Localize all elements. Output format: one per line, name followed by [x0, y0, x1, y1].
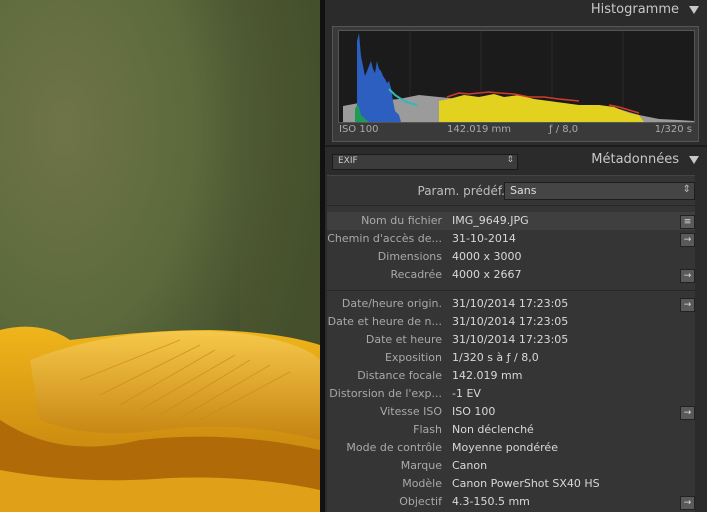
metadata-value: 4000 x 2667: [452, 268, 522, 281]
metadata-value: 31/10/2014 17:23:05: [452, 315, 569, 328]
histogram-header[interactable]: Histogramme: [325, 0, 707, 22]
preset-separator: [327, 205, 695, 206]
metadata-row[interactable]: Flash Non déclenché: [327, 421, 695, 439]
metadata-label: Dimensions: [377, 250, 442, 263]
metadata-label: Distance focale: [357, 369, 442, 382]
photo-preview: [0, 0, 320, 512]
metadata-value: 31/10/2014 17:23:05: [452, 333, 569, 346]
metadata-label: Date/heure origin.: [341, 297, 442, 310]
metadata-row[interactable]: Date et heure 31/10/2014 17:23:05: [327, 331, 695, 349]
iso-readout: ISO 100: [339, 124, 379, 135]
group-separator: [327, 290, 695, 291]
arrow-right-icon[interactable]: →: [680, 269, 695, 283]
arrow-right-icon[interactable]: →: [680, 233, 695, 247]
arrow-right-icon[interactable]: →: [680, 298, 695, 312]
histogram-graph: [338, 30, 695, 123]
metadata-value: ISO 100: [452, 405, 496, 418]
metadata-label: Chemin d'accès de...: [327, 232, 442, 245]
collapse-triangle-icon[interactable]: [689, 6, 699, 14]
collapse-triangle-icon[interactable]: [689, 156, 699, 164]
metadata-row[interactable]: Vitesse ISO ISO 100 →: [327, 403, 695, 421]
select-arrows-icon: ⇕: [682, 184, 691, 195]
metadata-value: Non déclenché: [452, 423, 534, 436]
arrow-right-icon[interactable]: →: [680, 496, 695, 510]
metadata-value: 4.3-150.5 mm: [452, 495, 530, 508]
metadata-row[interactable]: Distance focale 142.019 mm: [327, 367, 695, 385]
focal-length-readout: 142.019 mm: [447, 124, 512, 135]
right-panel: Histogramme ISO 100 142.019 mm ƒ / 8,0 1…: [325, 0, 707, 512]
metadata-row[interactable]: Mode de contrôle Moyenne pondérée: [327, 439, 695, 457]
metadata-value: -1 EV: [452, 387, 481, 400]
preset-select[interactable]: Sans ⇕: [504, 182, 695, 200]
metadata-value: Canon PowerShot SX40 HS: [452, 477, 600, 490]
metadata-label: Objectif: [399, 495, 442, 508]
metadata-row[interactable]: Objectif 4.3-150.5 mm →: [327, 493, 695, 511]
metadata-row[interactable]: Recadrée 4000 x 2667 →: [327, 266, 695, 284]
metadata-row[interactable]: Exposition 1/320 s à ƒ / 8,0: [327, 349, 695, 367]
metadata-value: IMG_9649.JPG: [452, 214, 529, 227]
metadata-value: 31/10/2014 17:23:05: [452, 297, 569, 310]
section-separator: [325, 145, 707, 147]
histogram-readouts: ISO 100 142.019 mm ƒ / 8,0 1/320 s: [333, 124, 698, 138]
shutter-speed-readout: 1/320 s: [654, 124, 692, 135]
histogram-title: Histogramme: [590, 2, 679, 17]
metadata-label: Mode de contrôle: [346, 441, 442, 454]
preset-value: Sans: [510, 184, 537, 197]
metadata-label: Recadrée: [390, 268, 442, 281]
metadata-header[interactable]: Métadonnées: [325, 150, 707, 172]
metadata-label: Distorsion de l'exp...: [329, 387, 442, 400]
metadata-row[interactable]: Modèle Canon PowerShot SX40 HS: [327, 475, 695, 493]
metadata-label: Exposition: [384, 351, 442, 364]
metadata-label: Marque: [400, 459, 442, 472]
arrow-right-icon[interactable]: →: [680, 406, 695, 420]
metadata-title: Métadonnées: [591, 152, 679, 167]
metadata-row[interactable]: Chemin d'accès de... 31-10-2014 →: [327, 230, 695, 248]
metadata-label: Date et heure: [365, 333, 442, 346]
aperture-readout: ƒ / 8,0: [549, 124, 579, 135]
metadata-value: Moyenne pondérée: [452, 441, 558, 454]
list-icon[interactable]: ≡: [680, 215, 695, 229]
metadata-label: Nom du fichier: [361, 214, 442, 227]
metadata-label: Modèle: [402, 477, 442, 490]
metadata-panel: Param. prédéf. Sans ⇕ Nom du fichier IMG_…: [327, 175, 695, 512]
metadata-row[interactable]: Nom du fichier IMG_9649.JPG ≡: [327, 212, 695, 230]
metadata-row[interactable]: Date et heure de n... 31/10/2014 17:23:05: [327, 313, 695, 331]
metadata-value: 4000 x 3000: [452, 250, 522, 263]
metadata-value: 1/320 s à ƒ / 8,0: [452, 351, 539, 364]
metadata-value: 142.019 mm: [452, 369, 523, 382]
metadata-row[interactable]: Marque Canon: [327, 457, 695, 475]
metadata-row[interactable]: Dimensions 4000 x 3000: [327, 248, 695, 266]
preset-label: Param. prédéf.: [417, 184, 506, 198]
histogram-panel: ISO 100 142.019 mm ƒ / 8,0 1/320 s: [332, 26, 699, 142]
metadata-label: Flash: [413, 423, 442, 436]
metadata-row[interactable]: Distorsion de l'exp... -1 EV: [327, 385, 695, 403]
metadata-value: Canon: [452, 459, 488, 472]
metadata-row[interactable]: Date/heure origin. 31/10/2014 17:23:05 →: [327, 295, 695, 313]
metadata-label: Vitesse ISO: [379, 405, 442, 418]
metadata-label: Date et heure de n...: [327, 315, 442, 328]
metadata-value: 31-10-2014: [452, 232, 516, 245]
